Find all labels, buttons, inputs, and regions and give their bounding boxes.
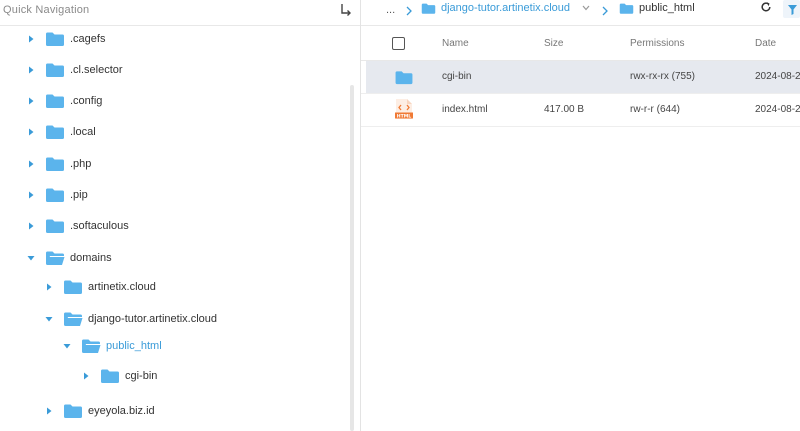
- table-row[interactable]: cgi-bin rwx-rx-rx (755) 2024-08-2: [366, 61, 800, 93]
- tree-scrollbar[interactable]: [350, 85, 354, 431]
- tree-item-artinetix-cloud[interactable]: artinetix.cloud: [44, 272, 156, 302]
- refresh-icon[interactable]: [760, 1, 772, 13]
- quick-navigation-header: Quick Navigation: [0, 0, 360, 26]
- tree-item-label: .config: [70, 95, 103, 107]
- file-name[interactable]: cgi-bin: [442, 71, 471, 82]
- folder-open-icon: [46, 251, 65, 265]
- tree-item-domains[interactable]: domains: [26, 243, 112, 273]
- folder-open-icon: [82, 339, 101, 353]
- caret-right-icon[interactable]: [26, 221, 36, 231]
- caret-down-icon[interactable]: [26, 253, 36, 263]
- tree-item-cgi-bin[interactable]: cgi-bin: [81, 361, 157, 391]
- folder-open-icon: [64, 312, 83, 326]
- folder-icon: [46, 32, 64, 46]
- column-header-date[interactable]: Date: [755, 38, 776, 49]
- chevron-down-icon[interactable]: [582, 5, 590, 11]
- folder-icon: [64, 404, 82, 418]
- tree-item-label: public_html: [106, 340, 162, 352]
- column-header-name[interactable]: Name: [442, 38, 469, 49]
- tree-item-label: .php: [70, 158, 92, 170]
- tree-item-label: eyeyola.biz.id: [88, 405, 155, 417]
- filter-icon: [788, 5, 797, 15]
- file-list-panel: ... django-tutor.artinetix.cloud public_…: [361, 0, 800, 431]
- quick-navigation-title: Quick Navigation: [3, 4, 90, 16]
- collapse-arrow-icon[interactable]: [340, 3, 352, 17]
- tree-item-cagefs[interactable]: .cagefs: [26, 24, 105, 54]
- folder-icon: [421, 3, 436, 14]
- quick-navigation-panel: Quick Navigation .cagefs .cl.selector .con…: [0, 0, 360, 431]
- folder-icon: [46, 188, 64, 202]
- tree-item-softaculous[interactable]: .softaculous: [26, 211, 129, 241]
- chevron-right-icon: [406, 6, 412, 16]
- tree-item-label: domains: [70, 252, 112, 264]
- tree-item-label: .local: [70, 126, 96, 138]
- caret-right-icon[interactable]: [26, 159, 36, 169]
- select-all-checkbox[interactable]: [392, 37, 405, 50]
- caret-right-icon[interactable]: [26, 127, 36, 137]
- tree-item-config[interactable]: .config: [26, 86, 102, 116]
- tree-item-cl-selector[interactable]: .cl.selector: [26, 55, 123, 85]
- caret-right-icon[interactable]: [26, 65, 36, 75]
- tree-item-local[interactable]: .local: [26, 117, 96, 147]
- file-permissions[interactable]: rw-r-r (644): [630, 104, 680, 115]
- chevron-right-icon: [602, 6, 608, 16]
- folder-icon: [101, 369, 119, 383]
- folder-icon: [46, 125, 64, 139]
- file-date: 2024-08-2: [755, 71, 800, 82]
- tree-item-pip[interactable]: .pip: [26, 180, 88, 210]
- tree-item-label: artinetix.cloud: [88, 281, 156, 293]
- breadcrumb-parent-link[interactable]: django-tutor.artinetix.cloud: [441, 2, 570, 14]
- caret-down-icon[interactable]: [44, 314, 54, 324]
- caret-right-icon[interactable]: [26, 96, 36, 106]
- tree-item-label: .softaculous: [70, 220, 129, 232]
- caret-right-icon[interactable]: [44, 406, 54, 416]
- row-divider: [361, 126, 800, 127]
- folder-icon: [46, 157, 64, 171]
- html-file-icon: HTML: [395, 99, 413, 120]
- column-header-size[interactable]: Size: [544, 38, 563, 49]
- folder-icon: [46, 219, 64, 233]
- folder-icon: [46, 94, 64, 108]
- folder-icon: [395, 71, 413, 85]
- file-size: 417.00 B: [544, 104, 585, 115]
- tree-item-php[interactable]: .php: [26, 149, 91, 179]
- file-name[interactable]: index.html: [442, 104, 488, 115]
- caret-right-icon[interactable]: [26, 190, 36, 200]
- breadcrumb: ... django-tutor.artinetix.cloud public_…: [361, 0, 800, 26]
- file-permissions[interactable]: rwx-rx-rx (755): [630, 71, 695, 82]
- folder-icon: [64, 280, 82, 294]
- file-date: 2024-08-2: [755, 104, 800, 115]
- caret-right-icon[interactable]: [81, 371, 91, 381]
- folder-icon: [619, 3, 634, 14]
- caret-right-icon[interactable]: [44, 282, 54, 292]
- caret-down-icon[interactable]: [62, 341, 72, 351]
- tree-item-eyeyola[interactable]: eyeyola.biz.id: [44, 396, 155, 426]
- table-row[interactable]: HTML index.html 417.00 B rw-r-r (644) 20…: [366, 94, 800, 126]
- tree-item-label: .pip: [70, 189, 88, 201]
- tree-item-label: .cl.selector: [70, 64, 123, 76]
- breadcrumb-ellipsis[interactable]: ...: [386, 4, 395, 16]
- caret-right-icon[interactable]: [26, 34, 36, 44]
- filter-button[interactable]: [783, 0, 800, 18]
- tree-item-public-html[interactable]: public_html: [62, 331, 162, 361]
- column-header-permissions[interactable]: Permissions: [630, 38, 684, 49]
- html-icon-label: HTML: [397, 114, 412, 120]
- tree-item-label: django-tutor.artinetix.cloud: [88, 313, 218, 325]
- tree-item-label: cgi-bin: [125, 370, 158, 382]
- folder-icon: [46, 63, 64, 77]
- breadcrumb-current: public_html: [639, 2, 695, 14]
- tree-item-django-tutor[interactable]: django-tutor.artinetix.cloud: [44, 304, 217, 334]
- tree-item-label: .cagefs: [70, 33, 106, 45]
